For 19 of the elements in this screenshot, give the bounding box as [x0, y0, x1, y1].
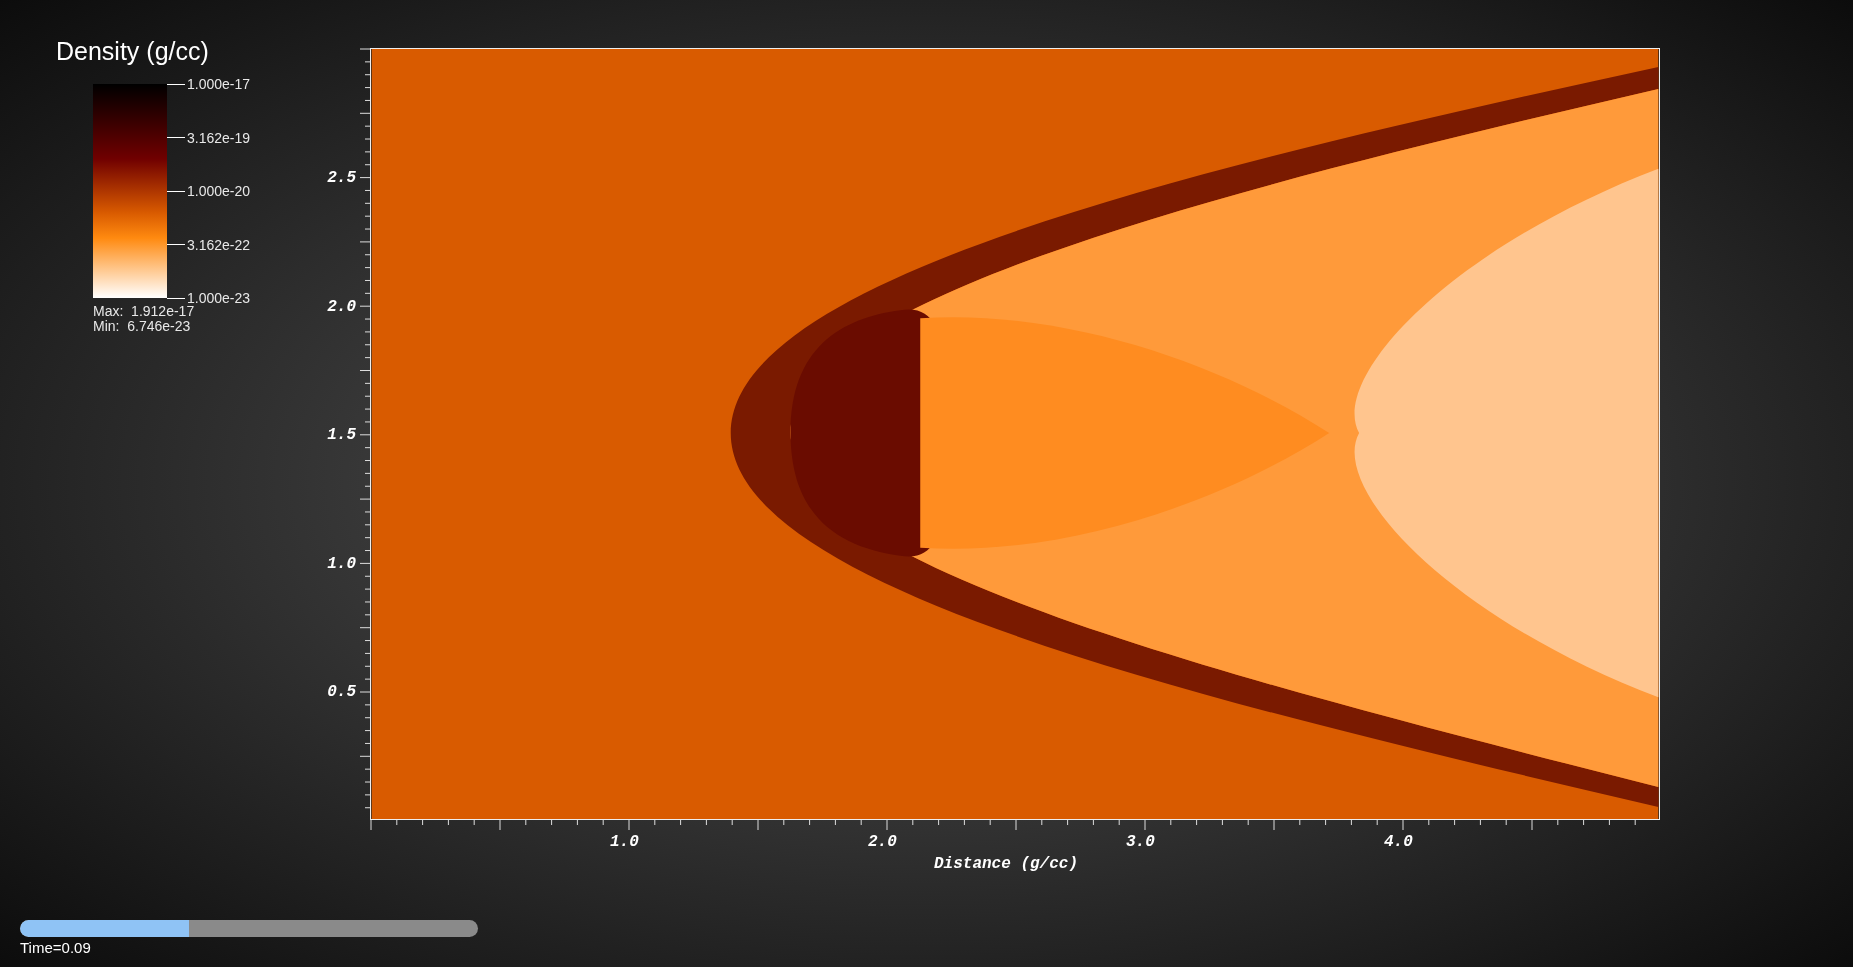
x-axis-tick-label: 1.0	[610, 832, 639, 852]
y-axis-tick-label: 2.5	[327, 168, 356, 188]
legend-tick-label: 1.000e-17	[187, 75, 251, 93]
x-axis-title: Distance (g/cc)	[934, 854, 1079, 874]
x-axis-tick-label: 2.0	[868, 832, 897, 852]
y-axis-tick-label: 2.0	[327, 296, 356, 317]
legend-tick-label: 3.162e-19	[187, 128, 251, 147]
legend-max-value: Max: 1.912e-17	[93, 304, 196, 319]
legend-tick-label: 1.000e-23	[187, 289, 251, 306]
legend-tick-label: 3.162e-22	[187, 235, 251, 254]
x-axis-tick-label: 3.0	[1126, 832, 1155, 852]
time-label: Time=0.09	[20, 939, 92, 957]
legend-min-value: Min: 6.746e-23	[93, 319, 192, 334]
y-axis-tick-label: 0.5	[327, 682, 356, 703]
y-axis-tick-label: 1.5	[327, 425, 356, 446]
legend-title: Density (g/cc)	[56, 36, 210, 66]
x-axis-tick-label: 4.0	[1384, 832, 1413, 852]
y-axis-tick-label: 1.0	[327, 553, 356, 574]
legend-tick-label: 1.000e-20	[187, 182, 251, 200]
